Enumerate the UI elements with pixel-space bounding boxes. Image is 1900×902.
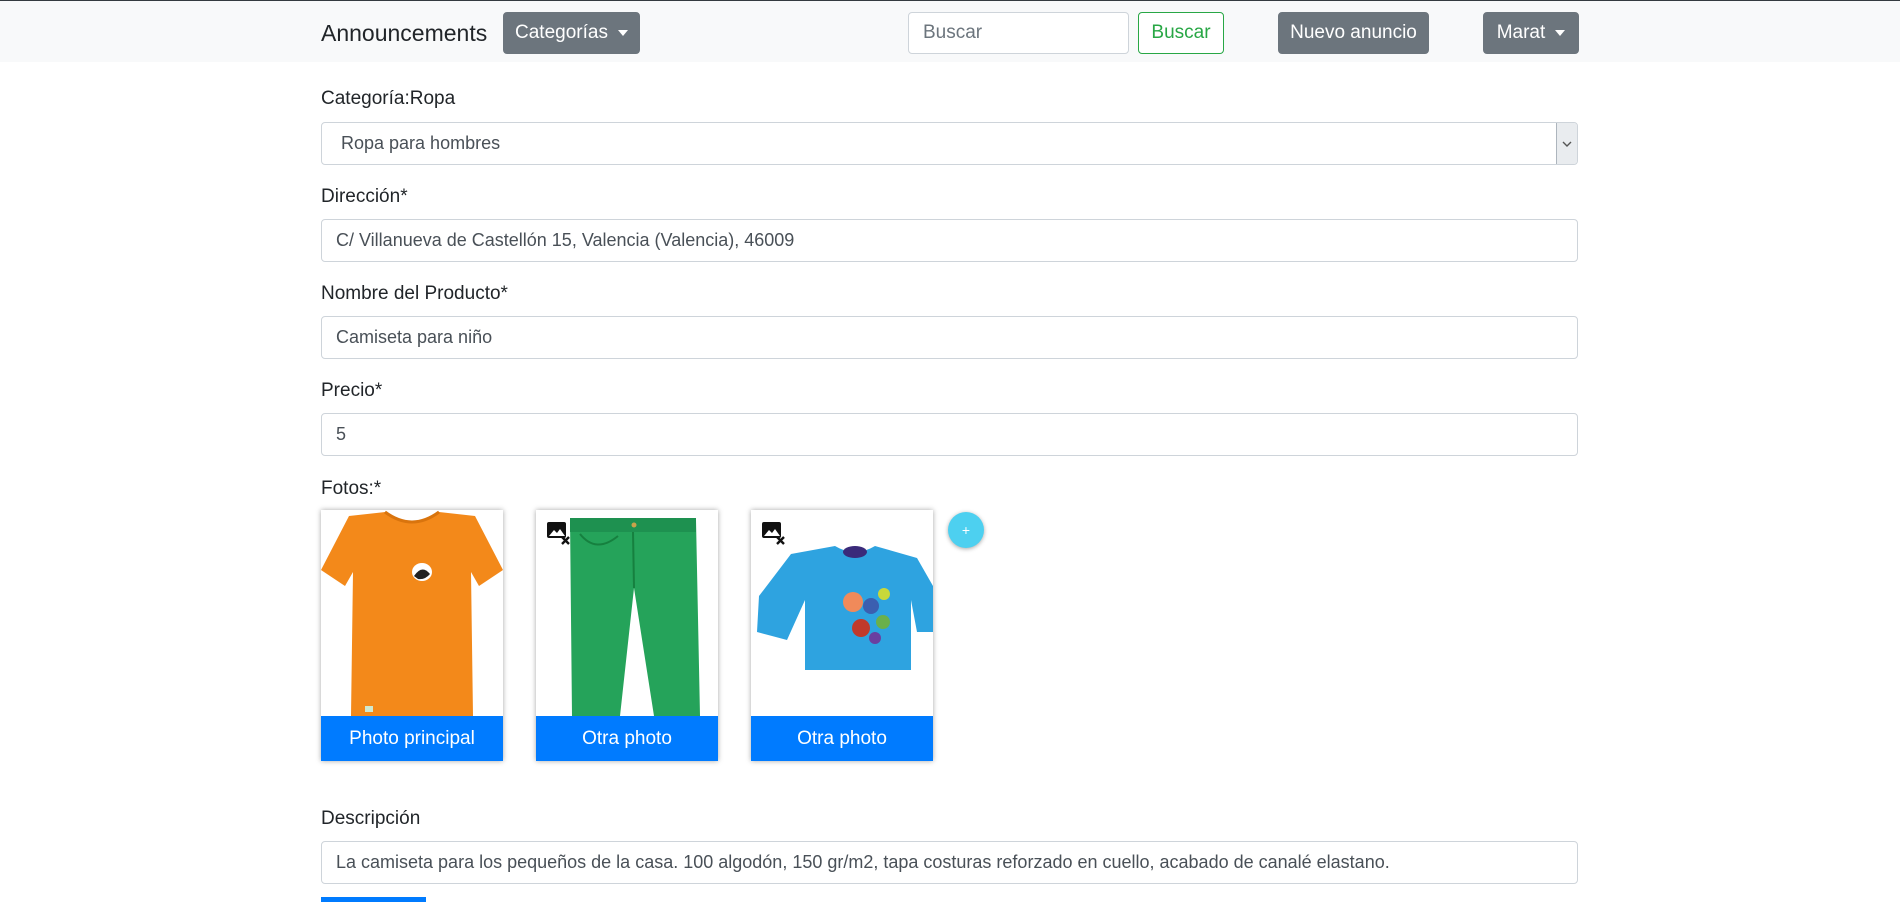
caret-down-icon [1555, 30, 1566, 36]
image-remove-icon[interactable] [546, 520, 572, 546]
main-photo-button[interactable]: Photo principal [321, 716, 503, 761]
category-label: Categoría:Ropa [321, 88, 456, 109]
address-input[interactable]: C/ Villanueva de Castellón 15, Valencia … [321, 219, 1578, 262]
subcategory-select[interactable]: Ropa para hombres [321, 122, 1578, 165]
other-photo-button[interactable]: Otra photo [536, 716, 718, 761]
photo-orange-t-shirt [321, 510, 503, 716]
new-ad-button[interactable]: Nuevo anuncio [1278, 12, 1429, 54]
categories-label: Categorías [515, 22, 608, 43]
product-name-value: Camiseta para niño [336, 327, 493, 347]
price-input[interactable]: 5 [321, 413, 1578, 456]
description-value: La camiseta para los pequeños de la casa… [336, 852, 1390, 872]
price-label: Precio* [321, 380, 383, 401]
add-photo-button[interactable]: + [948, 512, 984, 548]
submit-button[interactable] [321, 897, 426, 902]
other-photo-button[interactable]: Otra photo [751, 716, 933, 761]
product-name-input[interactable]: Camiseta para niño [321, 316, 1578, 359]
user-name: Marat [1496, 22, 1546, 43]
top-navbar: Announcements Categorías Buscar Nuevo an… [0, 0, 1900, 62]
photo-card-main: Photo principal [321, 510, 503, 761]
image-remove-icon[interactable] [761, 520, 787, 546]
search-input[interactable] [908, 12, 1129, 54]
caret-down-icon [617, 30, 628, 36]
photo-card-2: Otra photo [536, 510, 718, 761]
search-button[interactable]: Buscar [1138, 12, 1224, 54]
chevron-down-icon [1556, 123, 1577, 164]
address-label: Dirección* [321, 186, 408, 207]
product-name-label: Nombre del Producto* [321, 283, 508, 304]
user-menu-button[interactable]: Marat [1483, 12, 1579, 54]
photos-label: Fotos:* [321, 478, 382, 499]
description-input[interactable]: La camiseta para los pequeños de la casa… [321, 841, 1578, 884]
plus-icon: + [961, 522, 971, 538]
description-label: Descripción [321, 808, 421, 829]
price-value: 5 [336, 424, 347, 444]
subcategory-value: Ropa para hombres [341, 133, 501, 153]
categories-dropdown-button[interactable]: Categorías [503, 12, 640, 54]
brand-title[interactable]: Announcements [321, 20, 487, 47]
address-value: C/ Villanueva de Castellón 15, Valencia … [336, 230, 795, 250]
photo-card-3: Otra photo [751, 510, 933, 761]
